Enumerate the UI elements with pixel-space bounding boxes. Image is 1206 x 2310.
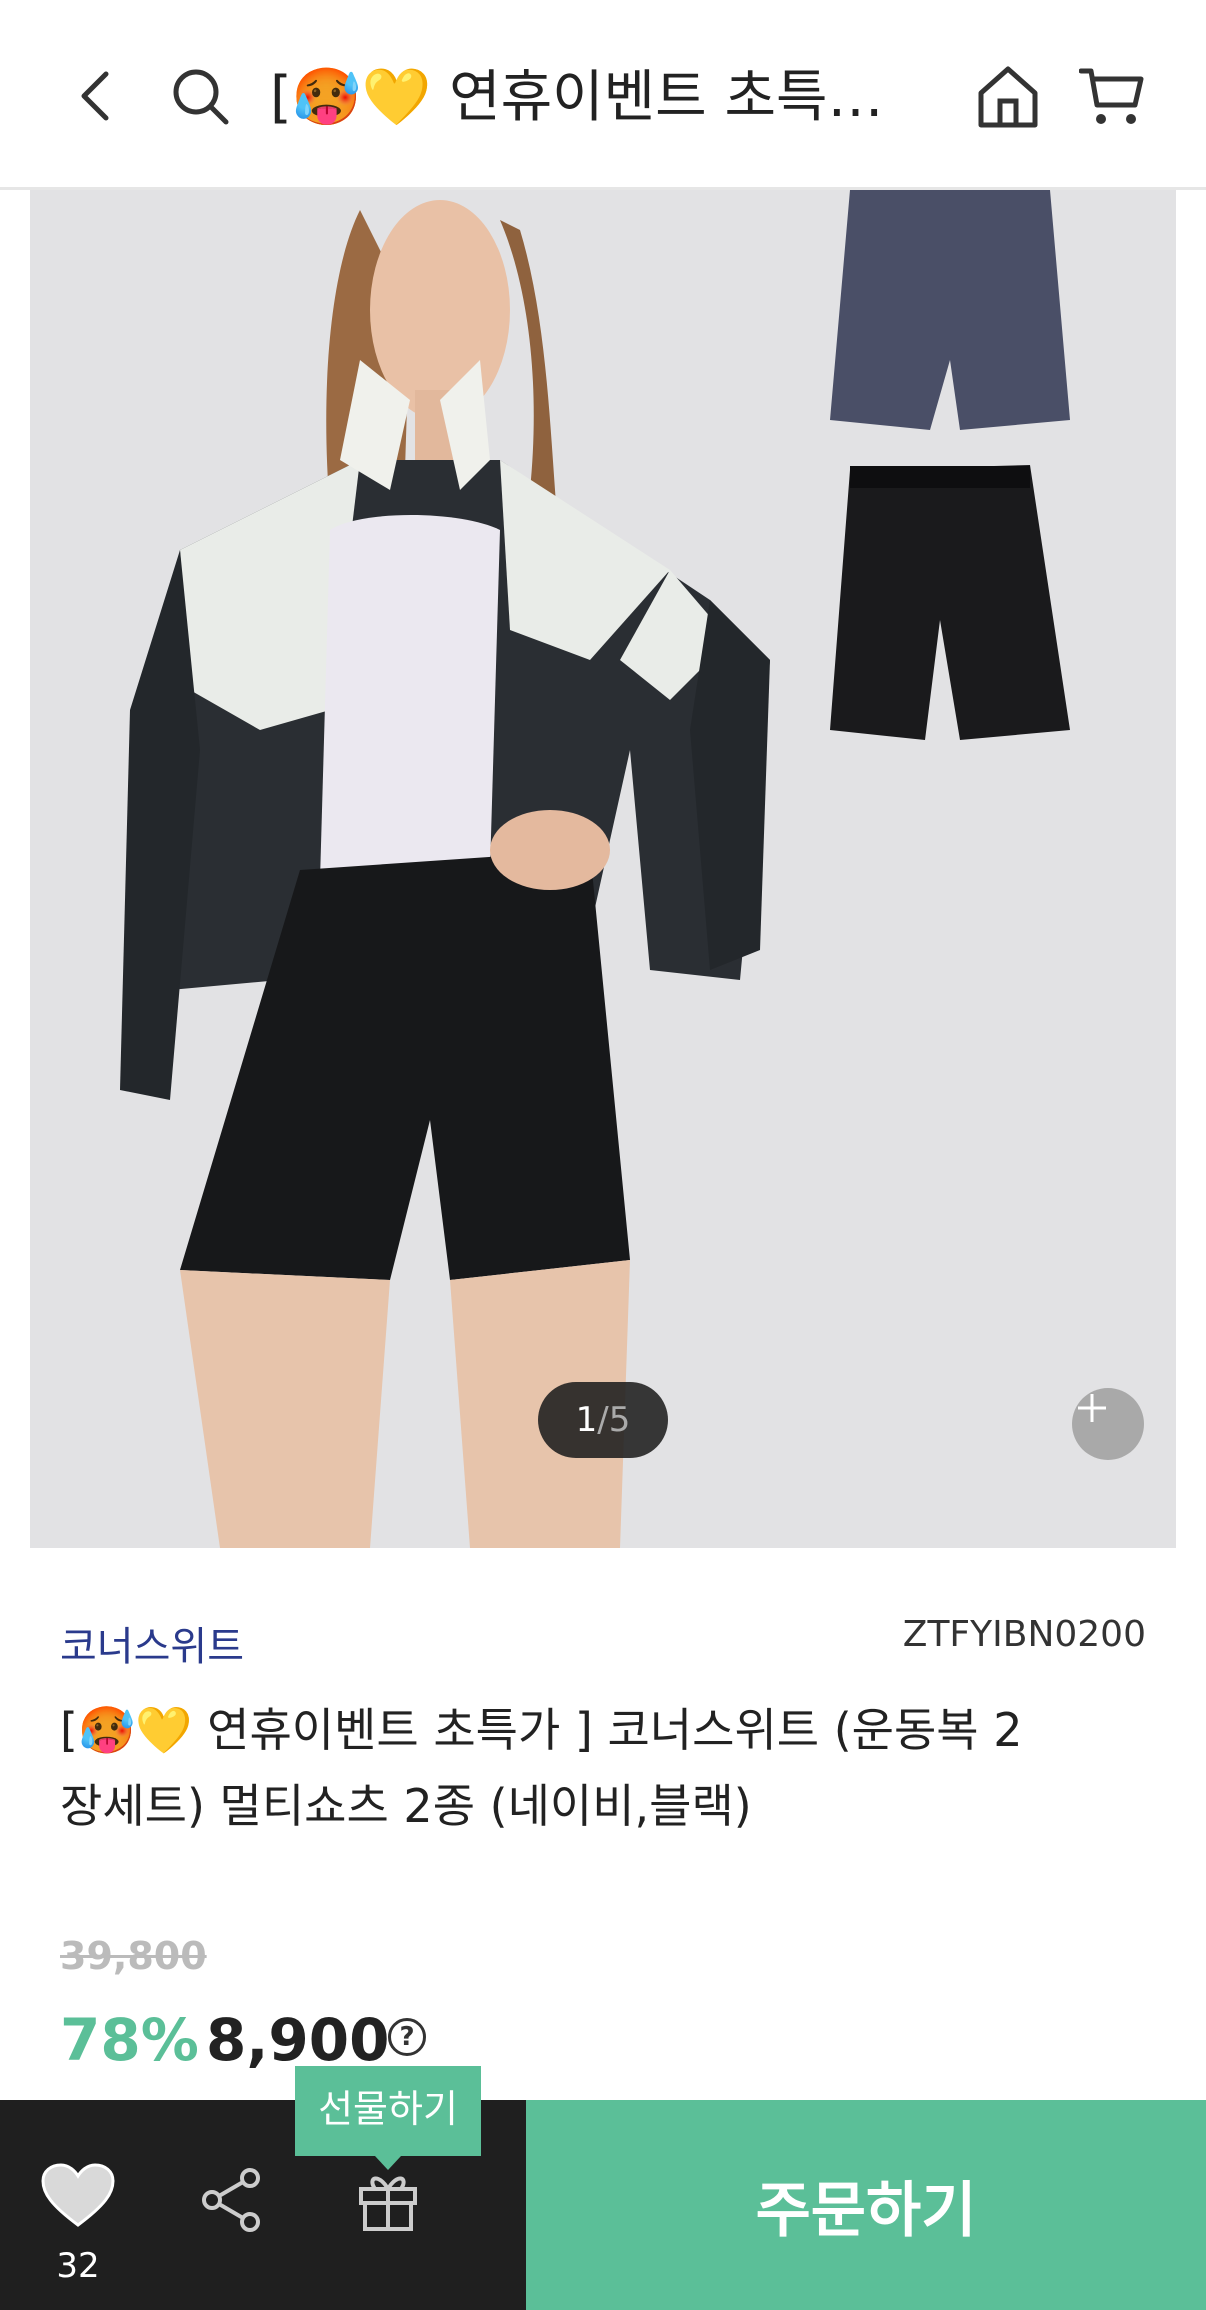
heart-icon [41,2163,115,2227]
home-button[interactable] [968,56,1048,136]
brand-link[interactable]: 코너스위트 [60,1614,244,1672]
sale-price: 8,900 [206,2006,390,2074]
gift-tooltip: 선물하기 [295,2066,481,2170]
zoom-plus-icon [1078,1394,1106,1422]
image-counter-total: 5 [608,1400,631,1440]
gift-icon [359,2176,417,2231]
product-page: [🥵💛 연휴이벤트 초특가 ] 코너스위트 (운동복 2장세트) 멀티쇼츠 2종… [0,0,1206,2310]
cart-button[interactable] [1072,56,1152,136]
zoom-button[interactable] [1072,1388,1144,1460]
like-count: 32 [56,2246,100,2286]
product-code: ZTFYIBN0200 [902,1614,1146,1655]
top-header: [🥵💛 연휴이벤트 초특가 ] 코너스위트 (운동복 2장세트) 멀티쇼츠 2종… [0,0,1206,190]
search-button[interactable] [160,56,240,136]
header-title: [🥵💛 연휴이벤트 초특가 ] 코너스위트 (운동복 2장세트) 멀티쇼츠 2종… [270,65,930,130]
product-title: [🥵💛 연휴이벤트 초특가 ] 코너스위트 (운동복 2장세트) 멀티쇼츠 2종… [60,1703,1023,1833]
order-button[interactable]: 주문하기 [526,2100,1206,2310]
cart-icon [1079,68,1144,124]
original-price: 39,800 [60,1934,207,1978]
like-button[interactable] [38,2156,118,2236]
share-button[interactable] [194,2162,270,2238]
back-icon [81,71,109,121]
back-button[interactable] [58,56,138,136]
product-photo [30,190,1176,1548]
product-image-gallery[interactable]: 1/5 [30,190,1176,1548]
bottom-action-bar: 32 주문하기 [0,2100,1206,2310]
share-icon [202,2168,260,2232]
image-counter: 1/5 [538,1382,668,1458]
price-help-icon[interactable]: ? [388,2018,426,2056]
gift-button[interactable] [350,2162,426,2238]
discount-rate: 78% [60,2006,199,2074]
image-counter-current: 1 [575,1400,598,1440]
search-icon [173,69,229,125]
image-counter-separator: / [597,1400,609,1440]
home-icon [978,66,1038,128]
